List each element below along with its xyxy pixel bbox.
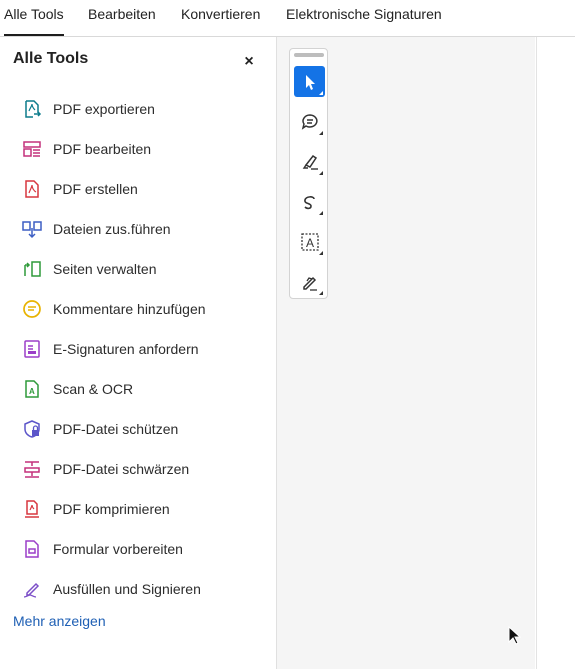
- menu-corner-indicator: [319, 131, 323, 135]
- tool-item-kommentare-hinzufuegen[interactable]: Kommentare hinzufügen: [0, 289, 276, 329]
- right-pane: [536, 37, 575, 669]
- top-tab-bar: Alle Tools Bearbeiten Konvertieren Elekt…: [0, 0, 575, 37]
- tool-label: Scan & OCR: [53, 381, 134, 397]
- protect-icon: [22, 419, 42, 439]
- tool-item-pdf-exportieren[interactable]: PDF exportieren: [0, 89, 276, 129]
- tool-item-dateien-zusammenfuehren[interactable]: Dateien zus.führen: [0, 209, 276, 249]
- close-button[interactable]: ×: [240, 53, 258, 71]
- compress-icon: [22, 499, 42, 519]
- tool-label: Seiten verwalten: [53, 261, 157, 277]
- fill-sign-icon: [22, 579, 42, 599]
- menu-corner-indicator: [319, 251, 323, 255]
- tool-label: PDF exportieren: [53, 101, 155, 117]
- draw-tool-button[interactable]: [294, 186, 325, 217]
- more-tools-link[interactable]: Mehr anzeigen: [13, 613, 106, 629]
- tool-label: PDF-Datei schützen: [53, 421, 179, 437]
- svg-text:A: A: [29, 387, 35, 396]
- pdf-create-icon: [22, 179, 42, 199]
- menu-corner-indicator: [319, 291, 323, 295]
- tool-item-pdf-komprimieren[interactable]: PDF komprimieren: [0, 489, 276, 529]
- tool-item-pdf-bearbeiten[interactable]: PDF bearbeiten: [0, 129, 276, 169]
- tab-elektronische-signaturen[interactable]: Elektronische Signaturen: [286, 0, 442, 34]
- tool-label: E-Signaturen anfordern: [53, 341, 199, 357]
- tool-item-e-signaturen-anfordern[interactable]: E-Signaturen anfordern: [0, 329, 276, 369]
- tool-item-formular-vorbereiten[interactable]: Formular vorbereiten: [0, 529, 276, 569]
- tool-item-scan-ocr[interactable]: A Scan & OCR: [0, 369, 276, 409]
- comment-icon: [22, 299, 42, 319]
- pdf-edit-icon: [22, 139, 42, 159]
- tab-alle-tools[interactable]: Alle Tools: [4, 0, 64, 36]
- scan-ocr-icon: A: [22, 379, 42, 399]
- tab-bearbeiten[interactable]: Bearbeiten: [88, 0, 156, 34]
- toolbar-drag-handle[interactable]: [294, 53, 324, 57]
- tool-item-pdf-datei-schuetzen[interactable]: PDF-Datei schützen: [0, 409, 276, 449]
- tool-item-ausfuellen-und-signieren[interactable]: Ausfüllen und Signieren: [0, 569, 276, 609]
- comment-tool-button[interactable]: [294, 106, 325, 137]
- tool-item-pdf-erstellen[interactable]: PDF erstellen: [0, 169, 276, 209]
- request-esign-icon: [22, 339, 42, 359]
- tool-label: Formular vorbereiten: [53, 541, 183, 557]
- tool-list: PDF exportieren PDF bearbeiten PDF erste…: [0, 89, 276, 609]
- menu-corner-indicator: [319, 171, 323, 175]
- form-icon: [22, 539, 42, 559]
- tool-label: Ausfüllen und Signieren: [53, 581, 201, 597]
- tab-konvertieren[interactable]: Konvertieren: [181, 0, 260, 34]
- tool-label: PDF komprimieren: [53, 501, 170, 517]
- tool-item-seiten-verwalten[interactable]: Seiten verwalten: [0, 249, 276, 289]
- tool-item-pdf-datei-schwaerzen[interactable]: PDF-Datei schwärzen: [0, 449, 276, 489]
- pdf-export-icon: [22, 99, 42, 119]
- tool-label: Kommentare hinzufügen: [53, 301, 206, 317]
- svg-text:A: A: [306, 236, 314, 250]
- menu-corner-indicator: [319, 91, 323, 95]
- tool-label: PDF-Datei schwärzen: [53, 461, 190, 477]
- tool-label: PDF erstellen: [53, 181, 138, 197]
- menu-corner-indicator: [319, 211, 323, 215]
- tool-label: Dateien zus.führen: [53, 221, 171, 237]
- all-tools-panel: Alle Tools × PDF exportieren PDF bearbei…: [0, 37, 277, 669]
- quick-tools-toolbar: A: [289, 48, 328, 299]
- highlight-tool-button[interactable]: [294, 146, 325, 177]
- sign-tool-button[interactable]: [294, 266, 325, 297]
- text-select-tool-button[interactable]: A: [294, 226, 325, 257]
- panel-title: Alle Tools: [13, 50, 89, 67]
- tool-label: PDF bearbeiten: [53, 141, 152, 157]
- redact-icon: [22, 459, 42, 479]
- merge-files-icon: [22, 219, 42, 239]
- organize-pages-icon: [22, 259, 42, 279]
- select-tool-button[interactable]: [294, 66, 325, 97]
- mouse-pointer-icon: [508, 625, 522, 651]
